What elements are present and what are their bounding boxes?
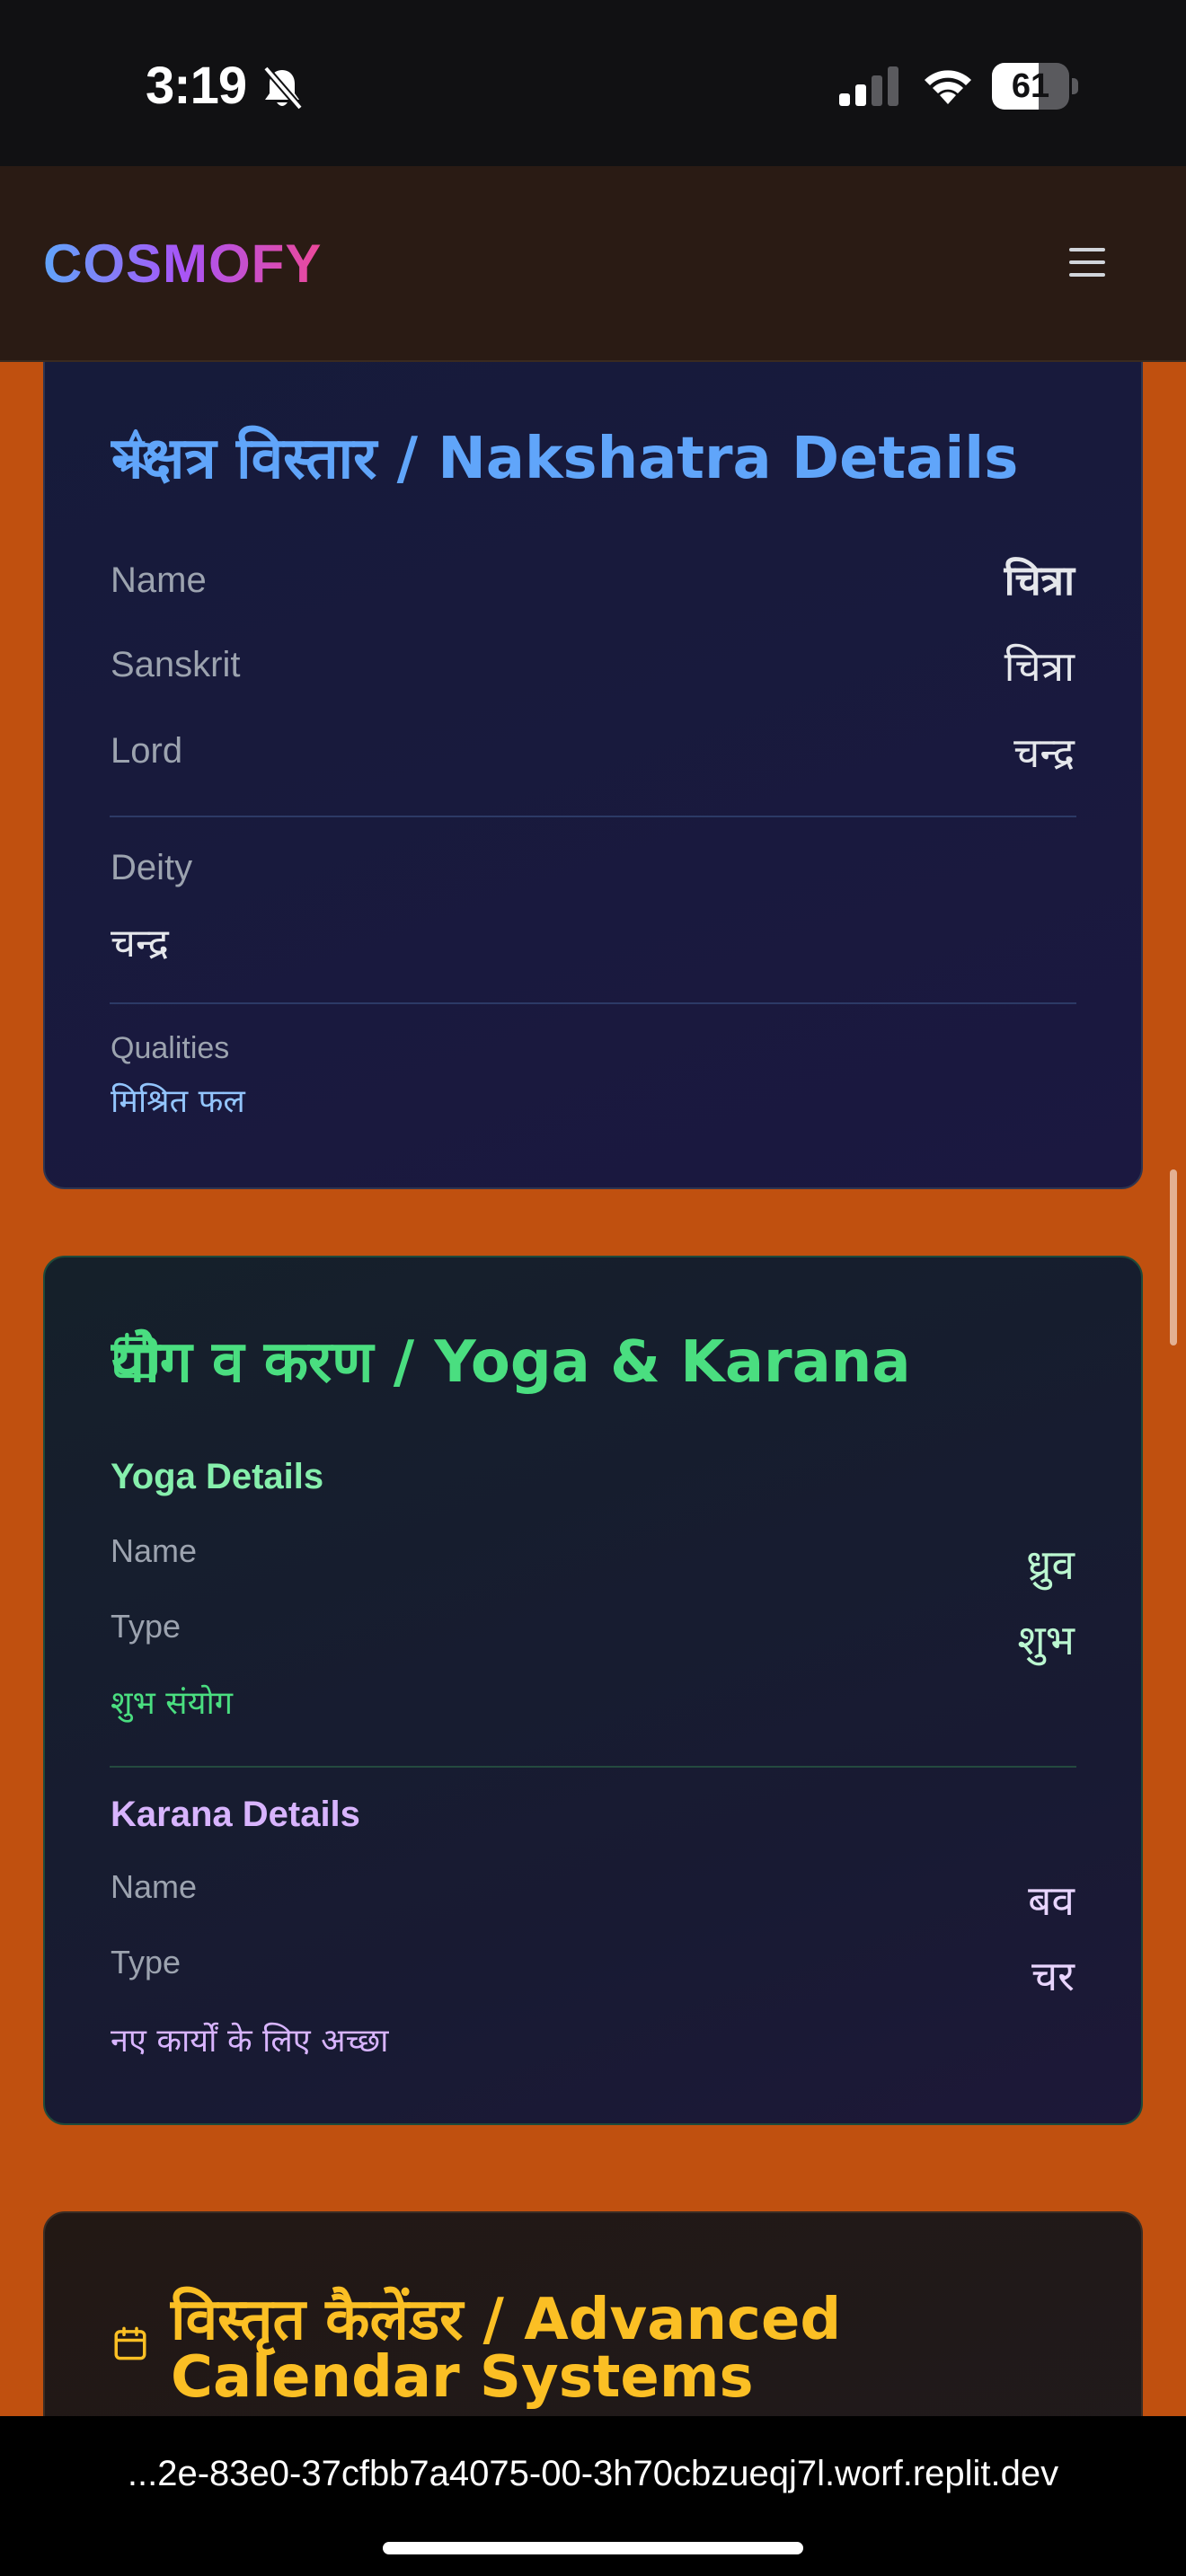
nakshatra-deity-label: Deity <box>111 848 193 887</box>
browser-url-bar: ...2e-83e0-37cfbb7a4075-00-3h70cbzueqj7l… <box>0 2416 1186 2576</box>
advanced-calendar-title-line2: Calendar Systems <box>171 2344 754 2411</box>
nakshatra-qualities-value: मिश्रित फल <box>111 1083 245 1120</box>
karana-name-value: बव <box>1028 1876 1075 1925</box>
nakshatra-lord-label: Lord <box>111 731 183 771</box>
nakshatra-sanskrit-value: चित्रा <box>1004 642 1075 691</box>
yoga-details-heading: Yoga Details <box>111 1457 324 1496</box>
cellular-signal-icon <box>839 66 898 106</box>
status-bar: 3:19 61 <box>0 0 1186 166</box>
bell-slash-icon <box>262 66 304 110</box>
home-indicator[interactable] <box>383 2542 803 2554</box>
karana-note: नए कार्यों के लिए अच्छा <box>111 2023 389 2060</box>
divider <box>110 816 1076 817</box>
karana-details-heading: Karana Details <box>111 1795 360 1834</box>
nakshatra-name-value: चित्रा <box>1004 556 1075 604</box>
yoga-note: शुभ संयोग <box>111 1685 234 1722</box>
calendar-icon <box>114 2326 146 2360</box>
karana-type-label: Type <box>111 1944 181 1981</box>
battery-percentage: 61 <box>1011 67 1050 105</box>
yoga-type-value: शुभ <box>1017 1616 1075 1664</box>
yoga-type-label: Type <box>111 1608 181 1645</box>
nakshatra-sanskrit-label: Sanskrit <box>111 645 241 684</box>
status-time: 3:19 <box>146 57 247 115</box>
nakshatra-qualities-label: Qualities <box>111 1031 230 1065</box>
app-header: COSMOFY <box>0 166 1186 362</box>
brand-logo[interactable]: COSMOFY <box>43 233 322 295</box>
karana-type-value: चर <box>1031 1952 1075 2000</box>
nakshatra-name-label: Name <box>111 560 207 600</box>
url-text[interactable]: ...2e-83e0-37cfbb7a4075-00-3h70cbzueqj7l… <box>0 2454 1186 2494</box>
divider <box>110 1766 1076 1768</box>
nakshatra-title: नक्षत्र विस्तार / Nakshatra Details <box>111 426 1019 492</box>
nakshatra-lord-value: चन्द्र <box>1013 728 1075 777</box>
yoga-name-label: Name <box>111 1532 198 1569</box>
karana-name-label: Name <box>111 1868 198 1905</box>
wifi-icon <box>925 70 971 104</box>
divider <box>110 1002 1076 1004</box>
battery-icon: 61 <box>992 63 1078 110</box>
scrollbar[interactable] <box>1170 1169 1177 1345</box>
nakshatra-deity-value: चन्द्र <box>111 921 169 966</box>
yoga-karana-title: योग व करण / Yoga & Karana <box>111 1329 911 1396</box>
yoga-name-value: ध्रुव <box>1026 1540 1075 1589</box>
hamburger-menu-icon[interactable] <box>1069 248 1109 280</box>
